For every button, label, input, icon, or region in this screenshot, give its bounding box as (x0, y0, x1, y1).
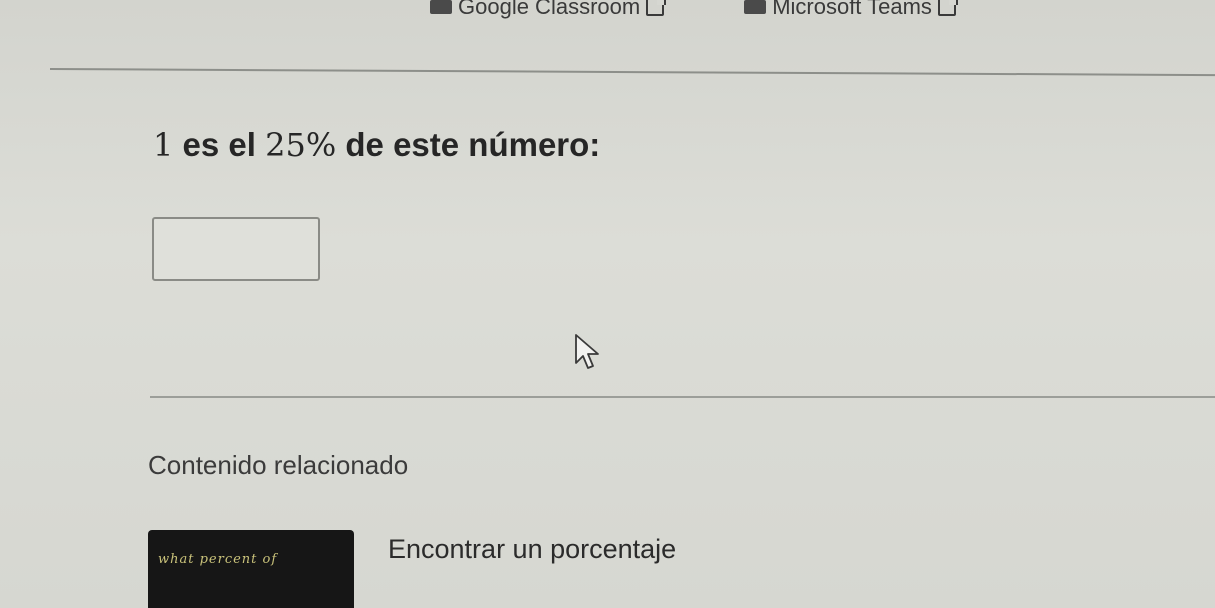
section-divider (150, 396, 1215, 398)
related-video-thumbnail[interactable]: what percent of (148, 530, 354, 608)
google-classroom-link[interactable]: Google Classroom (430, 0, 667, 20)
microsoft-teams-label: Microsoft Teams (772, 0, 932, 19)
external-link-icon (937, 0, 958, 16)
external-links: Google Classroom Microsoft Teams (430, 0, 958, 20)
question-text-b: de este número: (336, 126, 601, 163)
page: Google Classroom Microsoft Teams 1 es el… (0, 0, 1215, 608)
question-text-a: es el (173, 126, 266, 163)
related-content-heading: Contenido relacionado (148, 450, 409, 480)
question-prompt: 1 es el 25% de este número: (153, 126, 600, 164)
question-percent: 25% (265, 126, 337, 164)
microsoft-teams-icon (744, 0, 767, 14)
google-classroom-label: Google Classroom (458, 0, 641, 19)
question-number-one: 1 (153, 126, 174, 164)
microsoft-teams-link[interactable]: Microsoft Teams (744, 0, 958, 20)
thumbnail-chalk-text: what percent of (158, 552, 278, 567)
mouse-pointer-icon (575, 334, 599, 369)
related-item-title[interactable]: Encontrar un porcentaje (388, 534, 676, 565)
external-link-icon (646, 0, 667, 16)
answer-input[interactable] (152, 217, 320, 281)
google-classroom-icon (430, 0, 452, 14)
header-divider (49, 68, 1215, 77)
